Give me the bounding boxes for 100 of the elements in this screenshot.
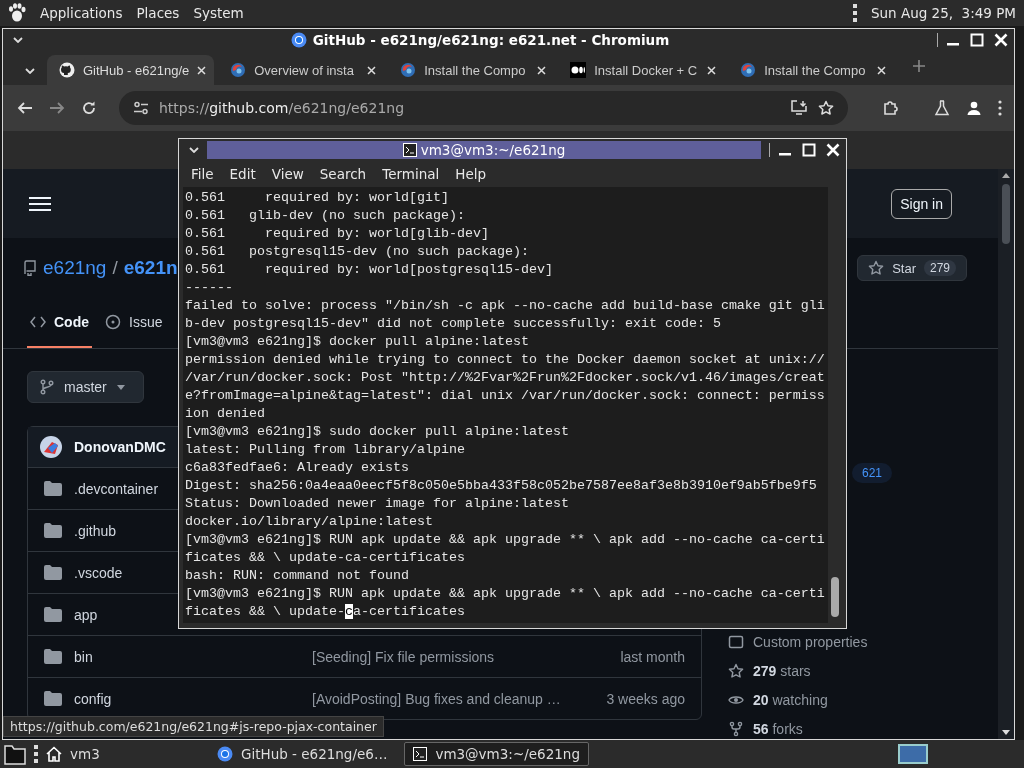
handle-icon[interactable] (852, 4, 857, 22)
fork-icon (728, 721, 744, 737)
home-icon[interactable] (46, 746, 62, 762)
file-name[interactable]: bin (74, 648, 93, 665)
caret-icon[interactable] (13, 37, 23, 43)
menu-item[interactable]: Terminal (376, 166, 446, 182)
repo-name-link[interactable]: e621n (123, 257, 178, 279)
terminal-line: latest: Pulling from library/alpine (185, 441, 466, 459)
commit-message[interactable]: [Seeding] Fix file permissions (312, 648, 609, 665)
caret-icon[interactable] (189, 147, 199, 153)
maximize-icon[interactable] (802, 143, 816, 157)
paw-icon[interactable] (8, 3, 26, 23)
menu-item[interactable]: Help (449, 166, 493, 182)
puzzle-icon[interactable] (882, 99, 900, 117)
star-icon (868, 260, 885, 276)
swirl-icon (230, 62, 247, 78)
reload-icon[interactable] (81, 100, 97, 116)
forward-icon[interactable] (49, 100, 65, 116)
url-text: https://github.com/e621ng/e621ng (159, 100, 406, 116)
terminal-line: 0.561 postgresql15-dev (no such package): (185, 243, 530, 261)
file-name[interactable]: config (74, 690, 112, 707)
close-icon[interactable] (877, 65, 887, 75)
caret-icon[interactable] (25, 68, 35, 74)
workspace-switcher[interactable] (898, 744, 928, 764)
repo-owner-link[interactable]: e621ng (43, 257, 107, 279)
about-link[interactable]: 279 stars (753, 663, 811, 679)
octocat-icon (59, 62, 75, 78)
star-icon (728, 663, 744, 679)
terminal-line: [vm3@vm3 e621ng]$ docker pull alpine:latest (185, 333, 530, 351)
browser-tab[interactable]: Overview of insta (218, 55, 385, 85)
folder-icon[interactable] (4, 743, 26, 765)
file-name[interactable]: .vscode (74, 564, 123, 581)
scrollbar[interactable] (998, 169, 1014, 739)
panel-menu[interactable]: Applications (40, 5, 123, 21)
browser-tab[interactable]: GitHub - e621ng/e (47, 55, 215, 85)
browser-icon (217, 746, 233, 762)
close-icon[interactable] (197, 65, 207, 75)
back-icon[interactable] (17, 100, 33, 116)
browser-tab[interactable]: Install Docker + C (558, 55, 725, 85)
branch-icon (40, 379, 54, 395)
terminal-line: [vm3@vm3 e621ng]$ RUN apk update && apk upgrade ** \ apk add --no-cache ca-certi (185, 531, 826, 549)
commit-age: last month (620, 648, 685, 665)
scroll-thumb[interactable] (1002, 184, 1010, 244)
panel-menu[interactable]: System (193, 5, 244, 21)
issue-icon (105, 314, 121, 330)
scroll-down-icon[interactable] (1002, 730, 1010, 735)
about-link[interactable]: Custom properties (753, 634, 868, 650)
tune-icon[interactable] (133, 101, 149, 115)
terminal-line: bash: RUN: command not found (185, 567, 410, 585)
browser-tab[interactable]: Install the Compo (728, 55, 895, 85)
menu-item[interactable]: File (185, 166, 220, 182)
terminal-line: e?fromImage=alpine&tag=latest": dial unix /var/run/docker.sock: connect: permiss (185, 387, 826, 405)
commit-message[interactable]: [AvoidPosting] Bug fixes and cleanup … (312, 690, 595, 707)
menu-icon[interactable] (29, 195, 51, 212)
install-icon[interactable] (790, 100, 808, 116)
topic-tag[interactable]: 621 (852, 463, 893, 483)
scroll-thumb[interactable] (831, 577, 839, 617)
commit-author[interactable]: DonovanDMC (74, 439, 166, 455)
close-icon[interactable] (537, 65, 547, 75)
about-link[interactable]: 56 forks (753, 721, 803, 737)
menu-item[interactable]: Search (313, 166, 373, 182)
browser-tab[interactable]: Install the Compo (388, 55, 555, 85)
file-name[interactable]: .github (74, 522, 117, 539)
folder-icon (44, 523, 62, 538)
terminal-line: ion denied (185, 405, 266, 423)
profile-icon[interactable] (966, 100, 982, 116)
file-name[interactable]: app (74, 606, 98, 623)
folder-icon (44, 649, 62, 664)
code-icon (30, 316, 46, 328)
folder-icon (44, 481, 62, 496)
panel-menu[interactable]: Places (136, 5, 180, 21)
terminal-line: ------ (185, 279, 234, 297)
window-title: GitHub - e621ng/e621ng: e621.net - Chromium (312, 32, 670, 48)
star-button[interactable]: Star 279 (857, 255, 967, 281)
menu-item[interactable]: Edit (223, 166, 262, 182)
menu-icon[interactable] (998, 100, 1002, 116)
about-link[interactable]: 20 watching (753, 692, 828, 708)
branch-button[interactable]: master (27, 371, 144, 403)
terminal-line: ficates && \ update-ca-certificates (185, 603, 466, 621)
file-name[interactable]: .devcontainer (74, 480, 159, 497)
close-icon[interactable] (707, 65, 717, 75)
star-icon[interactable] (818, 100, 834, 116)
flask-icon[interactable] (934, 100, 950, 116)
taskbar-button[interactable]: vm3@vm3:~/e621ng (404, 742, 589, 766)
folder-icon (44, 691, 62, 706)
repo-tab[interactable]: Issue (102, 298, 166, 348)
terminal-icon (413, 747, 428, 761)
status-url: https://github.com/e621ng/e621ng#js-repo-pjax-container (3, 716, 384, 737)
maximize-icon[interactable] (970, 33, 984, 47)
scroll-up-icon[interactable] (1002, 173, 1010, 178)
folder-icon (44, 607, 62, 622)
repo-tab[interactable]: Code (27, 298, 92, 348)
terminal-line: 0.561 required by: world[postgresql15-dev] (185, 261, 554, 279)
sign-in-button[interactable]: Sign in (891, 188, 952, 219)
handle-icon[interactable] (34, 745, 38, 763)
taskbar-button[interactable]: GitHub - e621ng/e6… (208, 742, 397, 766)
close-icon[interactable] (367, 65, 377, 75)
menu-item[interactable]: View (265, 166, 310, 182)
caret-icon (116, 384, 125, 390)
address-bar[interactable]: https://github.com/e621ng/e621ng (119, 91, 848, 125)
